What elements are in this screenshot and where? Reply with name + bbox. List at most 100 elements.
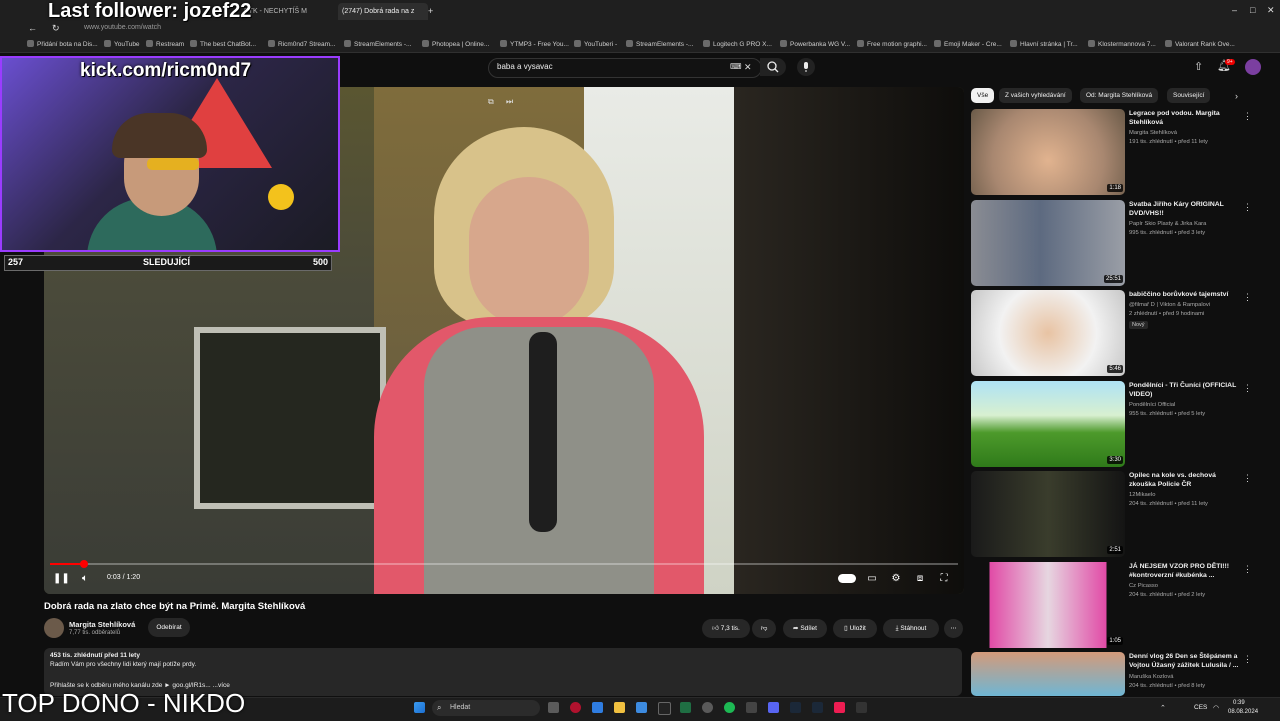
task-view-icon[interactable] [548, 702, 559, 713]
chip-related[interactable]: Související [1167, 88, 1211, 103]
miniplayer-icon[interactable]: ⧈ [913, 572, 927, 586]
share-button[interactable]: ➦ Sdílet [783, 619, 827, 638]
clock-date[interactable]: 08.08.2024 [1228, 709, 1258, 715]
video-thumbnail[interactable] [971, 471, 1125, 557]
bookmark-item[interactable]: The best ChatBot... [190, 40, 256, 48]
chip-from-channel[interactable]: Od: Margita Stehlíková [1080, 88, 1159, 103]
recommendation-title[interactable]: Opilec na kole vs. dechová zkouška Polic… [1129, 471, 1244, 489]
autoplay-toggle[interactable] [838, 574, 856, 583]
close-window-icon[interactable]: ✕ [1267, 5, 1275, 15]
next-icon[interactable]: ⏭ [506, 97, 513, 107]
bookmark-item[interactable]: YouTube [104, 40, 140, 48]
more-vert-icon[interactable]: ⋮ [1243, 202, 1252, 213]
recommendation-title[interactable]: Svatba Jiřího Káry ORIGINAL DVD/VHS!! [1129, 200, 1244, 218]
subtitles-icon[interactable]: ▭ [865, 572, 879, 586]
steam-icon[interactable] [812, 702, 823, 713]
account-avatar[interactable] [1245, 59, 1261, 75]
bookmark-item[interactable]: Photopea | Online... [422, 40, 489, 48]
chip-all[interactable]: Vše [971, 88, 995, 103]
tray-chevron-icon[interactable]: ⌃ [1160, 704, 1166, 714]
recommendation-item[interactable]: 25:51 Svatba Jiřího Káry ORIGINAL DVD/VH… [971, 200, 1261, 286]
more-vert-icon[interactable]: ⋮ [1243, 654, 1252, 665]
tiktok-icon[interactable] [834, 702, 845, 713]
recommendation-channel[interactable]: @filmař D | Vikton & Rampalovi [1129, 302, 1210, 308]
bookmark-item[interactable]: StreamElements -... [626, 40, 693, 48]
url-text[interactable]: www.youtube.com/watch [84, 24, 161, 31]
more-vert-icon[interactable]: ⋮ [1243, 564, 1252, 575]
new-tab-icon[interactable]: + [428, 6, 433, 16]
fullscreen-icon[interactable]: ⛶ [937, 572, 951, 586]
recommendation-channel[interactable]: Margita Stehlíková [1129, 130, 1177, 136]
bookmark-item[interactable]: Klostermannova 7... [1088, 40, 1156, 48]
channel-name[interactable]: Margita Stehlíková [69, 620, 135, 629]
recommendation-title[interactable]: babiččino borůvkové tajemství [1129, 290, 1244, 299]
obs-icon[interactable] [702, 702, 713, 713]
recommendation-item[interactable]: 1:18 Legrace pod vodou. Margita Stehlíko… [971, 109, 1261, 195]
keyboard-icon[interactable]: ⌨ [730, 62, 742, 72]
search-query-text[interactable]: baba a vysavac [497, 62, 553, 71]
video-thumbnail[interactable] [971, 381, 1125, 467]
spotify-icon[interactable] [724, 702, 735, 713]
upload-icon[interactable]: ⇧ [1194, 62, 1203, 73]
browser-tab[interactable]: PTK - NECHYTÍŠ M [240, 3, 338, 20]
capcut-icon[interactable] [658, 702, 671, 715]
bookmark-item[interactable]: Free motion graphi... [857, 40, 927, 48]
opera-icon[interactable] [570, 702, 581, 713]
dislike-button[interactable]: 👎︎ [752, 619, 776, 638]
subscribe-button[interactable]: Odebírat [148, 618, 190, 637]
like-button[interactable]: 👍︎ 7,3 tis. [702, 619, 750, 638]
bookmark-item[interactable]: Emoji Maker - Cre... [934, 40, 1002, 48]
recommendation-channel[interactable]: Cz Picasso [1129, 583, 1158, 589]
minimize-icon[interactable]: – [1232, 5, 1237, 15]
video-thumbnail[interactable] [971, 652, 1125, 696]
excel-icon[interactable] [680, 702, 691, 713]
bookmark-item[interactable]: Hlavní stránka | Tr... [1010, 40, 1078, 48]
more-vert-icon[interactable]: ⋮ [1243, 111, 1252, 122]
recommendation-channel[interactable]: 12Mikaelo [1129, 492, 1155, 498]
recommendation-title[interactable]: Legrace pod vodou. Margita Stehlíková [1129, 109, 1244, 127]
recommendation-item[interactable]: Denní vlog 26 Den se Štěpánem a Vojtou Ú… [971, 652, 1261, 696]
search-button[interactable] [760, 58, 786, 76]
bookmark-item[interactable]: Restream [146, 40, 184, 48]
maximize-icon[interactable]: □ [1250, 5, 1255, 15]
settings-gear-icon[interactable]: ⚙ [889, 572, 903, 586]
pause-icon[interactable]: ❚❚ [53, 572, 70, 586]
clock-time[interactable]: 0:39 [1233, 700, 1245, 706]
progress-scrubber[interactable] [80, 560, 89, 568]
recommendation-channel[interactable]: Maruška Kozlová [1129, 674, 1173, 680]
recommendation-title[interactable]: JÁ NEJSEM VZOR PRO DĚTI!!! #kontroverzní… [1129, 562, 1244, 580]
reload-icon[interactable]: ↻ [52, 23, 60, 33]
taskbar-search-placeholder[interactable]: Hledat [450, 704, 470, 711]
volume-icon[interactable]: 🔈︎ [78, 572, 92, 586]
taskbar-search[interactable] [432, 700, 540, 716]
more-vert-icon[interactable]: ⋮ [1243, 383, 1252, 394]
address-bar[interactable] [0, 22, 1280, 36]
edge-icon[interactable] [592, 702, 603, 713]
steam-icon[interactable] [790, 702, 801, 713]
recommendation-channel[interactable]: Pondělníci Official [1129, 402, 1175, 408]
channel-avatar[interactable] [44, 618, 64, 638]
app-icon[interactable] [856, 702, 867, 713]
recommendation-title[interactable]: Denní vlog 26 Den se Štěpánem a Vojtou Ú… [1129, 652, 1244, 670]
bookmark-item[interactable]: Logitech G PRO X... [703, 40, 772, 48]
download-button[interactable]: ⤓ Stáhnout [883, 619, 939, 638]
bookmark-item[interactable]: Valorant Rank Ove... [1165, 40, 1235, 48]
copy-link-icon[interactable]: ⧉ [488, 97, 494, 107]
photos-icon[interactable] [636, 702, 647, 713]
miniplayer-controls[interactable]: ⧉ ⏭ [488, 95, 520, 109]
bookmark-item[interactable]: StreamElements -... [344, 40, 411, 48]
app-icon[interactable] [746, 702, 757, 713]
bookmark-item[interactable]: YTMP3 - Free You... [500, 40, 569, 48]
browser-tab-active[interactable]: (2747) Dobrá rada na z [338, 3, 428, 20]
video-thumbnail[interactable] [971, 109, 1125, 195]
file-explorer-icon[interactable] [614, 702, 625, 713]
chevron-right-icon[interactable]: › [1235, 91, 1238, 101]
more-actions-button[interactable]: ⋯ [944, 619, 963, 638]
video-thumbnail[interactable] [971, 290, 1125, 376]
wifi-icon[interactable]: ◠ [1213, 704, 1219, 714]
recommendation-item[interactable]: 3:30 Pondělníci - Tři Čuníci (OFFICIAL V… [971, 381, 1261, 467]
bookmark-item[interactable]: Ricm0nd7 Stream... [268, 40, 335, 48]
discord-icon[interactable] [768, 702, 779, 713]
more-vert-icon[interactable]: ⋮ [1243, 473, 1252, 484]
start-menu-icon[interactable] [414, 702, 425, 713]
